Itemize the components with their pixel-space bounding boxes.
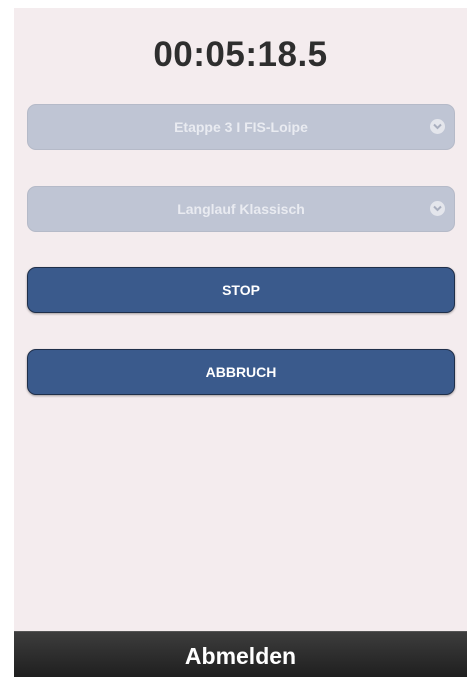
stage-select[interactable]: Etappe 3 I FIS-Loipe (27, 104, 455, 150)
stop-button[interactable]: STOP (27, 267, 455, 313)
discipline-select[interactable]: Langlauf Klassisch (27, 186, 455, 232)
stop-button-label: STOP (222, 282, 260, 298)
abort-button-label: ABBRUCH (205, 364, 277, 380)
abort-button[interactable]: ABBRUCH (27, 349, 455, 395)
elapsed-time-display: 00:05:18.5 (153, 35, 328, 74)
app-screen: 00:05:18.5 Etappe 3 I FIS-Loipe Langlauf… (14, 8, 467, 677)
chevron-down-icon (430, 201, 445, 216)
footer-bar: Abmelden (14, 631, 467, 677)
chevron-down-icon (430, 119, 445, 134)
logout-button[interactable]: Abmelden (14, 632, 467, 680)
stage-select-value: Etappe 3 I FIS-Loipe (174, 119, 308, 135)
discipline-select-value: Langlauf Klassisch (177, 201, 305, 217)
